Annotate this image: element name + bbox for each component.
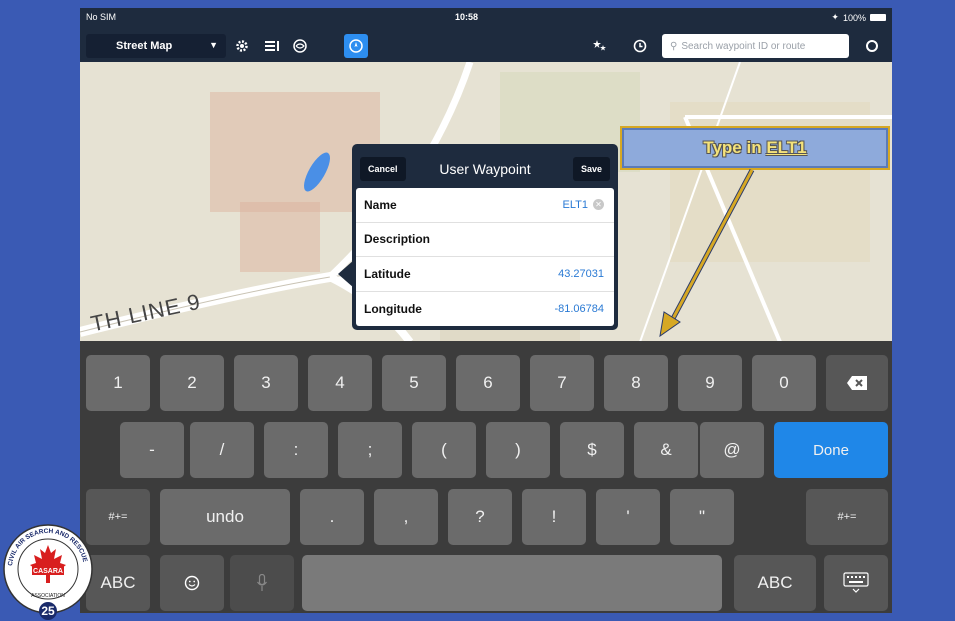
longitude-value[interactable]: -81.06784 <box>554 303 604 315</box>
sync-icon[interactable] <box>860 34 884 58</box>
battery-percent: 100% <box>842 12 866 23</box>
map-type-dropdown[interactable]: Street Map ▼ <box>86 34 226 58</box>
app-toolbar: Street Map ▼ ⚲ Search waypoint ID or rou… <box>80 28 892 62</box>
bluetooth-icon: ✦ <box>831 12 839 22</box>
symbols-toggle-left[interactable]: #+= <box>86 489 150 545</box>
battery-indicator: ✦ 100% <box>831 12 886 23</box>
name-label: Name <box>364 197 397 212</box>
favorites-stars-icon[interactable] <box>588 34 612 58</box>
name-field-row[interactable]: Name ELT1 ✕ <box>356 188 614 223</box>
layers-list-icon[interactable] <box>260 34 284 58</box>
carrier-label: No SIM <box>86 12 117 22</box>
done-button[interactable]: Done <box>774 422 888 478</box>
symbols-toggle-right[interactable]: #+= <box>806 489 888 545</box>
abc-key-left[interactable]: ABC <box>86 555 150 611</box>
delete-key[interactable] <box>826 355 888 411</box>
gear-icon[interactable] <box>230 34 254 58</box>
key-colon[interactable]: : <box>264 422 328 478</box>
callout-prefix: Type in <box>703 138 762 157</box>
key-9[interactable]: 9 <box>678 355 742 411</box>
hide-keyboard-key[interactable] <box>824 555 888 611</box>
dictation-key[interactable] <box>230 555 294 611</box>
key-slash[interactable]: / <box>190 422 254 478</box>
key-apostrophe[interactable]: ' <box>596 489 660 545</box>
clear-text-icon[interactable]: ✕ <box>593 199 604 211</box>
key-2[interactable]: 2 <box>160 355 224 411</box>
globe-icon[interactable] <box>288 34 312 58</box>
callout-emphasis: ELT1 <box>766 138 807 157</box>
name-input-text: ELT1 <box>562 198 588 211</box>
clock-label: 10:58 <box>455 12 479 22</box>
emoji-icon <box>184 575 200 591</box>
ipad-screen: No SIM 10:58 ✦ 100% Street Map ▼ ⚲ Searc… <box>80 8 892 613</box>
key-semicolon[interactable]: ; <box>338 422 402 478</box>
waypoint-form: Name ELT1 ✕ Description Latitude 43.2703… <box>356 188 614 326</box>
key-6[interactable]: 6 <box>456 355 520 411</box>
key-dash[interactable]: - <box>120 422 184 478</box>
backspace-icon <box>847 376 867 390</box>
user-waypoint-popup: Cancel User Waypoint Save Name ELT1 ✕ De… <box>352 144 618 330</box>
key-close-paren[interactable]: ) <box>486 422 550 478</box>
chevron-down-icon: ▼ <box>209 40 218 50</box>
description-field-row[interactable]: Description <box>356 223 614 257</box>
undo-key[interactable]: undo <box>160 489 290 545</box>
key-at[interactable]: @ <box>700 422 764 478</box>
key-exclamation[interactable]: ! <box>522 489 586 545</box>
key-comma[interactable]: , <box>374 489 438 545</box>
longitude-field-row[interactable]: Longitude -81.06784 <box>356 292 614 327</box>
map-type-label: Street Map <box>116 40 173 52</box>
recent-clock-icon[interactable] <box>628 34 652 58</box>
key-ampersand[interactable]: & <box>634 422 698 478</box>
casara-logo: CASARA ASSOCIATION CIVIL AIR SEARCH AND … <box>2 515 94 621</box>
key-8[interactable]: 8 <box>604 355 668 411</box>
key-dollar[interactable]: $ <box>560 422 624 478</box>
key-question[interactable]: ? <box>448 489 512 545</box>
description-label: Description <box>364 232 431 247</box>
search-icon: ⚲ <box>670 40 678 52</box>
svg-text:25: 25 <box>41 604 55 618</box>
longitude-label: Longitude <box>364 301 422 316</box>
space-bar[interactable] <box>302 555 722 611</box>
key-open-paren[interactable]: ( <box>412 422 476 478</box>
microphone-icon <box>257 574 267 591</box>
key-7[interactable]: 7 <box>530 355 594 411</box>
key-period[interactable]: . <box>300 489 364 545</box>
key-1[interactable]: 1 <box>86 355 150 411</box>
latitude-label: Latitude <box>364 266 411 281</box>
compass-icon[interactable] <box>344 34 368 58</box>
latitude-value[interactable]: 43.27031 <box>558 268 604 280</box>
key-3[interactable]: 3 <box>234 355 298 411</box>
svg-text:ASSOCIATION: ASSOCIATION <box>31 593 65 599</box>
search-placeholder: Search waypoint ID or route <box>681 40 806 52</box>
key-4[interactable]: 4 <box>308 355 372 411</box>
instruction-callout: Type in ELT1 <box>620 126 890 170</box>
key-quote[interactable]: " <box>670 489 734 545</box>
svg-text:CASARA: CASARA <box>33 568 63 575</box>
key-0[interactable]: 0 <box>752 355 816 411</box>
status-bar: No SIM 10:58 ✦ 100% <box>80 8 892 28</box>
keyboard-dismiss-icon <box>843 572 869 593</box>
emoji-key[interactable] <box>160 555 224 611</box>
key-5[interactable]: 5 <box>382 355 446 411</box>
latitude-field-row[interactable]: Latitude 43.27031 <box>356 257 614 292</box>
name-value[interactable]: ELT1 ✕ <box>563 199 604 211</box>
search-input[interactable]: ⚲ Search waypoint ID or route <box>662 34 849 58</box>
onscreen-keyboard: 1 2 3 4 5 6 7 8 9 0 - / : ; ( ) $ & @ Do… <box>80 341 892 613</box>
battery-icon <box>870 14 886 21</box>
save-button[interactable]: Save <box>572 157 610 181</box>
popup-header: Cancel User Waypoint Save <box>356 148 614 188</box>
abc-key-right[interactable]: ABC <box>734 555 816 611</box>
